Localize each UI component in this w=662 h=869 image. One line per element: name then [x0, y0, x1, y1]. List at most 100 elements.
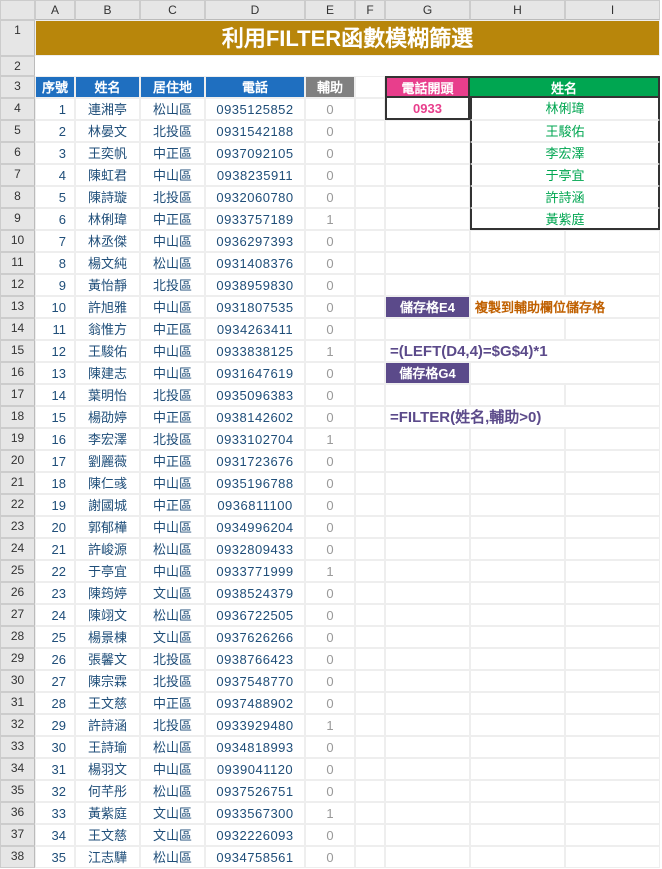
cell-serial[interactable]: 22	[35, 560, 75, 582]
row-header-11[interactable]: 11	[0, 252, 35, 274]
cell-name[interactable]: 楊景棟	[75, 626, 140, 648]
cell-area[interactable]: 中山區	[140, 472, 205, 494]
cell-area[interactable]: 北投區	[140, 186, 205, 208]
cell-name[interactable]: 陳虹君	[75, 164, 140, 186]
cell-phone[interactable]: 0936297393	[205, 230, 305, 252]
cell-aux[interactable]: 0	[305, 318, 355, 340]
cell-phone[interactable]: 0934996204	[205, 516, 305, 538]
cell-name[interactable]: 葉明怡	[75, 384, 140, 406]
cell-aux[interactable]: 0	[305, 582, 355, 604]
row-header-12[interactable]: 12	[0, 274, 35, 296]
cell-phone[interactable]: 0931408376	[205, 252, 305, 274]
col-header-B[interactable]: B	[75, 0, 140, 20]
cell-aux[interactable]: 0	[305, 296, 355, 318]
cell-phone[interactable]: 0933102704	[205, 428, 305, 450]
row-header-30[interactable]: 30	[0, 670, 35, 692]
cell-phone[interactable]: 0937092105	[205, 142, 305, 164]
cell-name[interactable]: 許峻源	[75, 538, 140, 560]
cell-phone[interactable]: 0934758561	[205, 846, 305, 868]
cell-aux[interactable]: 0	[305, 692, 355, 714]
cell-serial[interactable]: 12	[35, 340, 75, 362]
cell-serial[interactable]: 18	[35, 472, 75, 494]
cell-serial[interactable]: 17	[35, 450, 75, 472]
cell-aux[interactable]: 1	[305, 560, 355, 582]
cell-serial[interactable]: 27	[35, 670, 75, 692]
cell-aux[interactable]: 0	[305, 626, 355, 648]
cell-name[interactable]: 黃紫庭	[75, 802, 140, 824]
cell-area[interactable]: 中山區	[140, 560, 205, 582]
cell-area[interactable]: 北投區	[140, 428, 205, 450]
cell-serial[interactable]: 25	[35, 626, 75, 648]
row-header-25[interactable]: 25	[0, 560, 35, 582]
row-header-34[interactable]: 34	[0, 758, 35, 780]
cell-area[interactable]: 中山區	[140, 362, 205, 384]
col-header-A[interactable]: A	[35, 0, 75, 20]
cell-area[interactable]: 文山區	[140, 802, 205, 824]
cell-serial[interactable]: 35	[35, 846, 75, 868]
cell-phone[interactable]: 0938235911	[205, 164, 305, 186]
cell-aux[interactable]: 0	[305, 142, 355, 164]
cell-aux[interactable]: 1	[305, 802, 355, 824]
cell-area[interactable]: 文山區	[140, 626, 205, 648]
cell-name[interactable]: 翁惟方	[75, 318, 140, 340]
cell-name[interactable]: 連湘亭	[75, 98, 140, 120]
row-header-6[interactable]: 6	[0, 142, 35, 164]
cell-aux[interactable]: 0	[305, 846, 355, 868]
cell-name[interactable]: 王詩瑜	[75, 736, 140, 758]
cell-aux[interactable]: 0	[305, 252, 355, 274]
cell-phone[interactable]: 0936722505	[205, 604, 305, 626]
cell-aux[interactable]: 1	[305, 340, 355, 362]
cell-aux[interactable]: 0	[305, 736, 355, 758]
cell-name[interactable]: 陳筠婷	[75, 582, 140, 604]
cell-phone[interactable]: 0934818993	[205, 736, 305, 758]
cell-phone[interactable]: 0931723676	[205, 450, 305, 472]
cell-serial[interactable]: 5	[35, 186, 75, 208]
cell-name[interactable]: 黃怡靜	[75, 274, 140, 296]
col-header-D[interactable]: D	[205, 0, 305, 20]
cell-area[interactable]: 中正區	[140, 494, 205, 516]
cell-name[interactable]: 江志驊	[75, 846, 140, 868]
cell-area[interactable]: 中正區	[140, 208, 205, 230]
cell-name[interactable]: 許詩涵	[75, 714, 140, 736]
row-header-19[interactable]: 19	[0, 428, 35, 450]
col-header-C[interactable]: C	[140, 0, 205, 20]
col-header-I[interactable]: I	[565, 0, 660, 20]
cell-name[interactable]: 楊羽文	[75, 758, 140, 780]
cell-phone[interactable]: 0931807535	[205, 296, 305, 318]
cell-phone[interactable]: 0933838125	[205, 340, 305, 362]
cell-area[interactable]: 中山區	[140, 516, 205, 538]
row-header-38[interactable]: 38	[0, 846, 35, 868]
cell-area[interactable]: 文山區	[140, 582, 205, 604]
cell-serial[interactable]: 33	[35, 802, 75, 824]
cell-phone[interactable]: 0932809433	[205, 538, 305, 560]
cell-aux[interactable]: 0	[305, 758, 355, 780]
cell-aux[interactable]: 0	[305, 670, 355, 692]
col-header-H[interactable]: H	[470, 0, 565, 20]
row-header-14[interactable]: 14	[0, 318, 35, 340]
cell-area[interactable]: 文山區	[140, 824, 205, 846]
cell-serial[interactable]: 32	[35, 780, 75, 802]
cell-area[interactable]: 中正區	[140, 692, 205, 714]
cell-serial[interactable]: 19	[35, 494, 75, 516]
cell-aux[interactable]: 0	[305, 120, 355, 142]
cell-aux[interactable]: 0	[305, 604, 355, 626]
cell-phone[interactable]: 0935125852	[205, 98, 305, 120]
col-header-G[interactable]: G	[385, 0, 470, 20]
row-header-36[interactable]: 36	[0, 802, 35, 824]
cell-aux[interactable]: 0	[305, 538, 355, 560]
cell-aux[interactable]: 0	[305, 362, 355, 384]
row-header-32[interactable]: 32	[0, 714, 35, 736]
cell-area[interactable]: 北投區	[140, 714, 205, 736]
cell-name[interactable]: 劉麗薇	[75, 450, 140, 472]
cell-aux[interactable]: 0	[305, 494, 355, 516]
cell-area[interactable]: 松山區	[140, 98, 205, 120]
cell-serial[interactable]: 26	[35, 648, 75, 670]
row-header-2[interactable]: 2	[0, 56, 35, 76]
cell-name[interactable]: 陳建志	[75, 362, 140, 384]
row-header-4[interactable]: 4	[0, 98, 35, 120]
cell-name[interactable]: 陳仁彧	[75, 472, 140, 494]
cell-aux[interactable]: 0	[305, 274, 355, 296]
cell-phone[interactable]: 0935096383	[205, 384, 305, 406]
cell-serial[interactable]: 11	[35, 318, 75, 340]
cell-aux[interactable]: 1	[305, 428, 355, 450]
